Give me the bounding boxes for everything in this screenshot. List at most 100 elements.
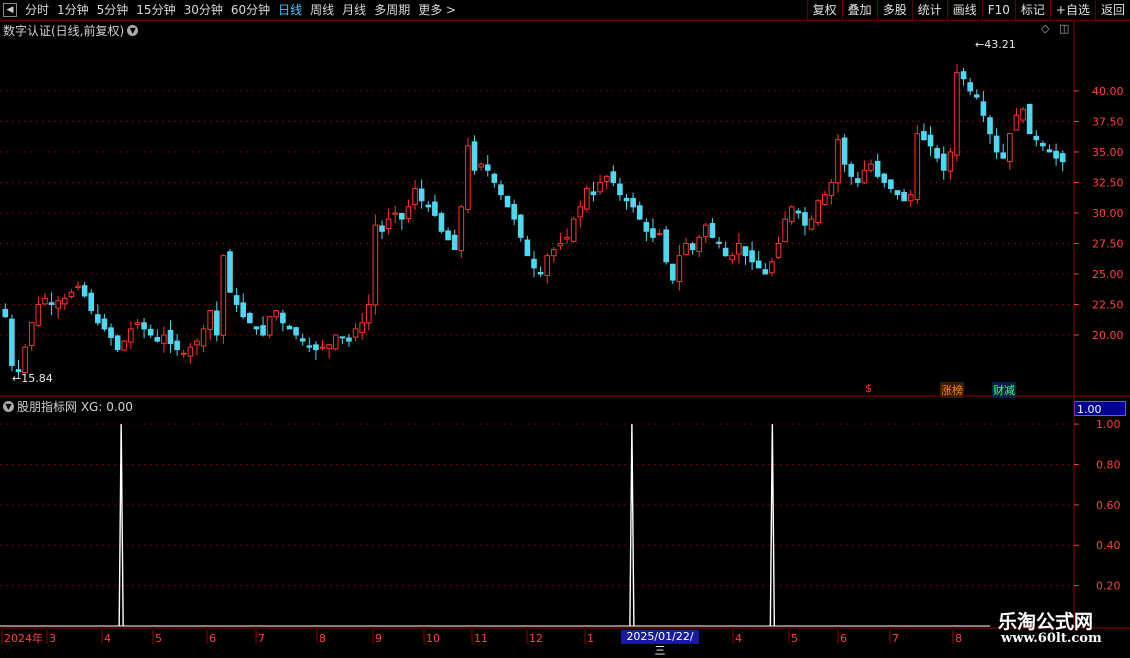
time-axis-label: 7 xyxy=(258,632,265,645)
candle-body xyxy=(42,297,48,305)
candle-body xyxy=(1033,135,1040,141)
candle-body xyxy=(35,303,42,326)
candle-body xyxy=(48,302,55,305)
candle-body xyxy=(570,218,577,242)
candle-body xyxy=(61,297,68,305)
candle-body xyxy=(617,183,623,196)
candle-body xyxy=(385,218,392,229)
candle-body xyxy=(584,188,590,210)
candle-body xyxy=(557,242,564,247)
time-axis-label: 12 xyxy=(529,632,543,645)
candle-body xyxy=(861,169,868,184)
kline-chart[interactable]: 20.00 22.50 25.00 27.50 30.00 32.50 35.00 37.50… xyxy=(0,0,1130,650)
event-badge-finance[interactable]: 财减 xyxy=(992,382,1016,398)
time-axis-label: 4 xyxy=(735,632,742,645)
candle-body xyxy=(577,206,584,218)
candle-body xyxy=(101,318,108,330)
time-axis-label: 1 xyxy=(587,632,594,645)
candle-body xyxy=(28,322,35,347)
candle-body xyxy=(1059,153,1066,163)
indicator-tick-label: 1.00 xyxy=(1096,418,1121,431)
candle-body xyxy=(934,147,940,159)
candle-body xyxy=(729,255,736,261)
candle-body xyxy=(696,236,703,252)
candle-body xyxy=(240,302,247,318)
candle-body xyxy=(280,312,286,324)
candle-body xyxy=(590,191,597,196)
candle-body xyxy=(438,213,445,232)
candle-body xyxy=(656,233,663,236)
candle-body xyxy=(980,101,987,116)
candle-body xyxy=(782,218,788,243)
price-tick-label: 20.00 xyxy=(1092,329,1124,342)
candle-body xyxy=(465,145,471,210)
candle-body xyxy=(372,224,379,306)
signal-spike xyxy=(769,424,776,627)
candle-body xyxy=(663,229,669,263)
candle-body xyxy=(432,201,438,216)
candle-body xyxy=(907,194,914,202)
candle-body xyxy=(412,188,418,205)
candle-body xyxy=(352,328,359,338)
candle-body xyxy=(392,212,399,215)
candle-body xyxy=(128,328,134,343)
candle-body xyxy=(1020,108,1026,121)
candle-body xyxy=(597,181,603,193)
candle-body xyxy=(458,206,465,252)
candle-body xyxy=(769,261,775,274)
candle-body xyxy=(478,163,484,168)
candle-body xyxy=(524,239,531,257)
indicator-tick-label: 0.80 xyxy=(1096,458,1121,471)
cursor-date: 2025/01/22/三 xyxy=(621,630,699,657)
candle-body xyxy=(491,173,498,183)
candle-body xyxy=(921,131,927,141)
candle-body xyxy=(828,181,835,196)
candle-body xyxy=(273,310,280,318)
candle-body xyxy=(927,134,934,147)
event-badge-dollar[interactable]: $ xyxy=(864,382,873,395)
candle-body xyxy=(874,160,881,177)
candle-body xyxy=(2,308,9,318)
candle-body xyxy=(888,179,894,190)
candle-body xyxy=(716,241,722,244)
candle-body xyxy=(207,310,213,330)
candle-body xyxy=(108,327,114,338)
time-axis-label: 3 xyxy=(49,632,56,645)
candle-body xyxy=(326,344,332,350)
time-axis-label: 6 xyxy=(209,632,216,645)
candle-body xyxy=(1053,150,1059,159)
time-axis-label: 7 xyxy=(892,632,899,645)
time-axis-label: 5 xyxy=(155,632,162,645)
candle-body xyxy=(425,204,432,208)
candle-body xyxy=(808,218,815,230)
candle-body xyxy=(1007,133,1013,163)
candle-body xyxy=(95,314,101,324)
candle-body xyxy=(537,271,544,275)
candle-body xyxy=(901,191,907,202)
watermark-url: www.60lt.com xyxy=(1001,631,1102,646)
candle-body xyxy=(154,337,161,342)
candle-body xyxy=(669,263,676,281)
candle-body xyxy=(339,336,346,339)
candle-body xyxy=(365,303,372,324)
candle-body xyxy=(114,335,121,351)
candle-body xyxy=(755,260,762,269)
candle-body xyxy=(200,328,207,347)
candle-body xyxy=(848,163,855,177)
candle-body xyxy=(623,197,630,202)
candle-body xyxy=(141,322,147,330)
candle-body xyxy=(55,300,61,309)
candle-body xyxy=(676,255,683,283)
candle-body xyxy=(868,163,874,171)
candle-body xyxy=(683,242,689,256)
candle-body xyxy=(821,194,828,206)
event-badge-gain-rank[interactable]: 涨榜 xyxy=(940,382,964,398)
candle-body xyxy=(947,151,954,172)
candle-body xyxy=(399,213,405,220)
candle-body xyxy=(1040,142,1046,147)
candle-body xyxy=(471,141,478,171)
indicator-tick-label: 0.60 xyxy=(1096,499,1121,512)
candle-body xyxy=(313,344,319,351)
candle-body xyxy=(22,346,28,373)
candle-body xyxy=(544,255,551,276)
